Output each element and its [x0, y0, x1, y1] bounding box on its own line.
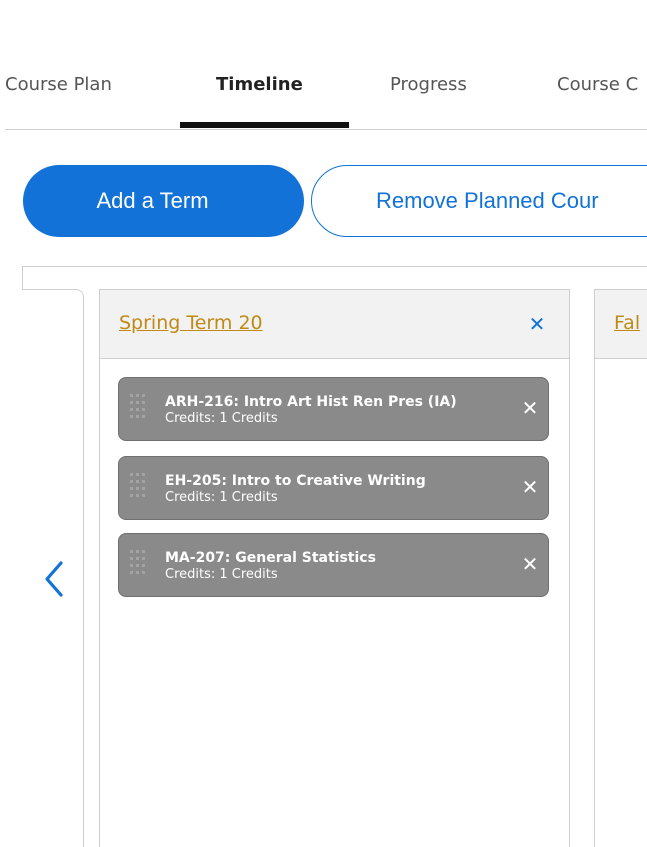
course-chip[interactable]: EH-205: Intro to Creative Writing Credit… — [118, 456, 549, 520]
term-card-fall: Fal — [594, 289, 647, 847]
course-name: ARH-216: Intro Art Hist Ren Pres (IA) — [165, 394, 457, 410]
remove-course-icon[interactable]: ✕ — [519, 553, 541, 575]
drag-handle-icon[interactable] — [129, 471, 147, 505]
remove-course-icon[interactable]: ✕ — [519, 397, 541, 419]
course-name: MA-207: General Statistics — [165, 550, 376, 566]
course-name: EH-205: Intro to Creative Writing — [165, 473, 426, 489]
chevron-left-icon[interactable] — [39, 557, 69, 601]
course-credits: Credits: 1 Credits — [165, 490, 278, 505]
close-icon[interactable]: ✕ — [525, 312, 549, 336]
course-credits: Credits: 1 Credits — [165, 411, 278, 426]
drag-handle-icon[interactable] — [129, 392, 147, 426]
term-title-link[interactable]: Spring Term 20 — [119, 312, 263, 334]
tab-progress[interactable]: Progress — [390, 74, 467, 95]
page: Course Plan Timeline Progress Course C A… — [0, 0, 647, 847]
add-term-button[interactable]: Add a Term — [23, 165, 304, 237]
active-tab-indicator — [180, 122, 349, 128]
tab-bar: Course Plan Timeline Progress Course C — [0, 62, 647, 128]
term-header: Spring Term 20 ✕ — [100, 290, 569, 359]
course-chip[interactable]: ARH-216: Intro Art Hist Ren Pres (IA) Cr… — [118, 377, 549, 441]
term-card-spring: Spring Term 20 ✕ ARH-216: Intro Art Hist… — [99, 289, 570, 847]
remove-planned-courses-button[interactable]: Remove Planned Cour — [311, 165, 647, 237]
term-title-link[interactable]: Fal — [614, 312, 640, 334]
tab-timeline[interactable]: Timeline — [216, 74, 303, 95]
tab-course-plan[interactable]: Course Plan — [5, 74, 112, 95]
term-header: Fal — [595, 290, 647, 359]
drag-handle-icon[interactable] — [129, 548, 147, 582]
remove-course-icon[interactable]: ✕ — [519, 476, 541, 498]
tabs-divider — [5, 129, 647, 130]
tab-course-catalog[interactable]: Course C — [557, 74, 638, 95]
remove-planned-courses-label: Remove Planned Cour — [376, 188, 599, 213]
course-credits: Credits: 1 Credits — [165, 567, 278, 582]
course-chip[interactable]: MA-207: General Statistics Credits: 1 Cr… — [118, 533, 549, 597]
add-term-button-label: Add a Term — [96, 188, 209, 213]
